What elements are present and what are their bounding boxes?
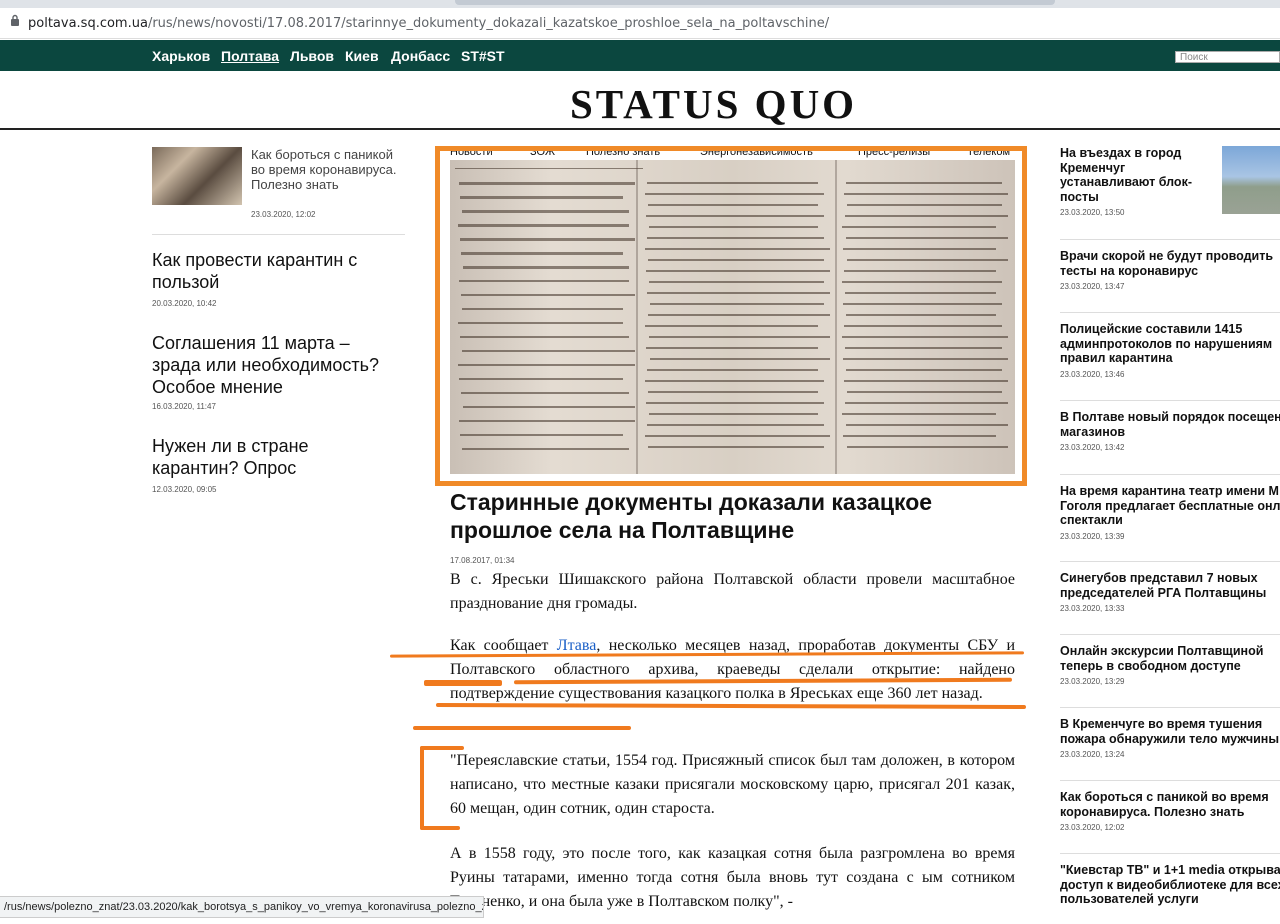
annotation-underline — [435, 702, 1027, 710]
right-news-title[interactable]: Онлайн экскурсии Полтавщиной теперь в сво… — [1060, 644, 1280, 673]
url-text[interactable]: poltava.sq.com.ua/rus/news/novosti/17.08… — [28, 16, 829, 31]
annotation-underline — [424, 680, 502, 686]
search-input[interactable]: Поиск — [1175, 51, 1280, 63]
divider — [1060, 780, 1280, 781]
right-news-date: 23.03.2020, 13:46 — [1060, 369, 1125, 379]
lock-icon[interactable] — [10, 14, 20, 26]
browser-status-url: /rus/news/polezno_znat/23.03.2020/kak_bo… — [0, 896, 484, 918]
divider — [1060, 561, 1280, 562]
right-news-date: 23.03.2020, 13:24 — [1060, 750, 1125, 759]
right-news-date: 23.03.2020, 13:50 — [1060, 208, 1125, 217]
divider — [152, 234, 405, 235]
right-news-title[interactable]: Врачи скорой не будут проводить тесты на … — [1060, 249, 1280, 278]
right-news-thumbnail[interactable] — [1222, 146, 1280, 214]
nav-donbass[interactable]: Донбасс — [391, 48, 450, 64]
article-paragraph: В с. Яреськи Шишакского района Полтавско… — [450, 571, 1015, 612]
right-news-date: 23.03.2020, 13:33 — [1060, 604, 1125, 613]
article-title: Старинные документы доказали казацкое пр… — [450, 489, 933, 543]
annotation-underline — [413, 726, 631, 730]
right-news-title[interactable]: В Полтаве новый порядок посещения магазин… — [1060, 410, 1280, 439]
header-divider — [0, 128, 1280, 130]
right-news-title[interactable]: "Киевстар ТВ" и 1+1 media открыва доступ … — [1060, 863, 1280, 907]
divider — [1060, 239, 1280, 240]
divider — [1060, 853, 1280, 854]
right-news-title[interactable]: Полицейские составили 1415 админпротоколо… — [1060, 322, 1280, 366]
nav-kiev[interactable]: Киев — [345, 48, 379, 64]
nav-poltava[interactable]: Полтава — [221, 48, 279, 64]
article-paragraph: "Переяславские статьи, 1554 год. Присяжн… — [450, 752, 1015, 817]
article-paragraph: Как сообщает Лтава, несколько месяцев на… — [450, 637, 1016, 702]
site-logo[interactable]: STATUS QUO — [570, 80, 857, 128]
divider — [1060, 400, 1280, 401]
right-news-title[interactable]: В Кременчуге во время тушения пожара обна… — [1060, 717, 1280, 746]
browser-active-tab[interactable] — [455, 0, 1055, 5]
divider — [1060, 707, 1280, 708]
nav-lviv[interactable]: Львов — [290, 48, 334, 64]
left-news-title[interactable]: Как бороться с паникой во время коронави… — [251, 147, 406, 192]
right-news-date: 23.03.2020, 13:29 — [1060, 677, 1125, 686]
annotation-bracket — [420, 746, 464, 750]
left-news-date: 16.03.2020, 11:47 — [152, 402, 216, 411]
left-news-date: 23.03.2020, 12:02 — [251, 210, 316, 219]
left-news-date: 20.03.2020, 10:42 — [152, 299, 217, 308]
article-paragraph: А в 1558 году, это после того, как казац… — [450, 845, 1015, 910]
article-date: 17.08.2017, 01:34 — [450, 556, 515, 565]
divider — [1060, 312, 1280, 313]
left-news-thumbnail[interactable] — [152, 147, 242, 205]
left-news-date: 12.03.2020, 09:05 — [152, 485, 217, 494]
annotation-bracket — [420, 746, 424, 830]
divider — [1060, 474, 1280, 475]
right-news-date: 23.03.2020, 13:39 — [1060, 531, 1125, 541]
nav-stst[interactable]: ST#ST — [461, 48, 505, 64]
right-news-title[interactable]: На время карантина театр имени М Гоголя п… — [1060, 484, 1280, 528]
right-news-date: 23.03.2020, 13:47 — [1060, 282, 1125, 291]
divider — [1060, 634, 1280, 635]
right-news-date: 23.03.2020, 12:02 — [1060, 823, 1125, 832]
left-news-title[interactable]: Соглашения 11 марта – зрада или необходи… — [152, 332, 397, 398]
right-news-title[interactable]: На въездах в город Кременчуг устанавливают… — [1060, 146, 1215, 204]
left-news-title[interactable]: Как провести карантин с пользой — [152, 249, 397, 293]
annotation-bracket — [420, 826, 460, 830]
right-news-title[interactable]: Как бороться с паникой во время коронавир… — [1060, 790, 1280, 819]
right-news-title[interactable]: Синегубов представил 7 новых председателе… — [1060, 571, 1280, 600]
orange-annotation-frame — [435, 146, 1027, 486]
source-link[interactable]: Лтава — [557, 637, 597, 654]
right-news-date: 23.03.2020, 13:42 — [1060, 443, 1125, 452]
nav-kharkov[interactable]: Харьков — [152, 48, 210, 64]
left-news-title[interactable]: Нужен ли в стране карантин? Опрос — [152, 435, 397, 479]
